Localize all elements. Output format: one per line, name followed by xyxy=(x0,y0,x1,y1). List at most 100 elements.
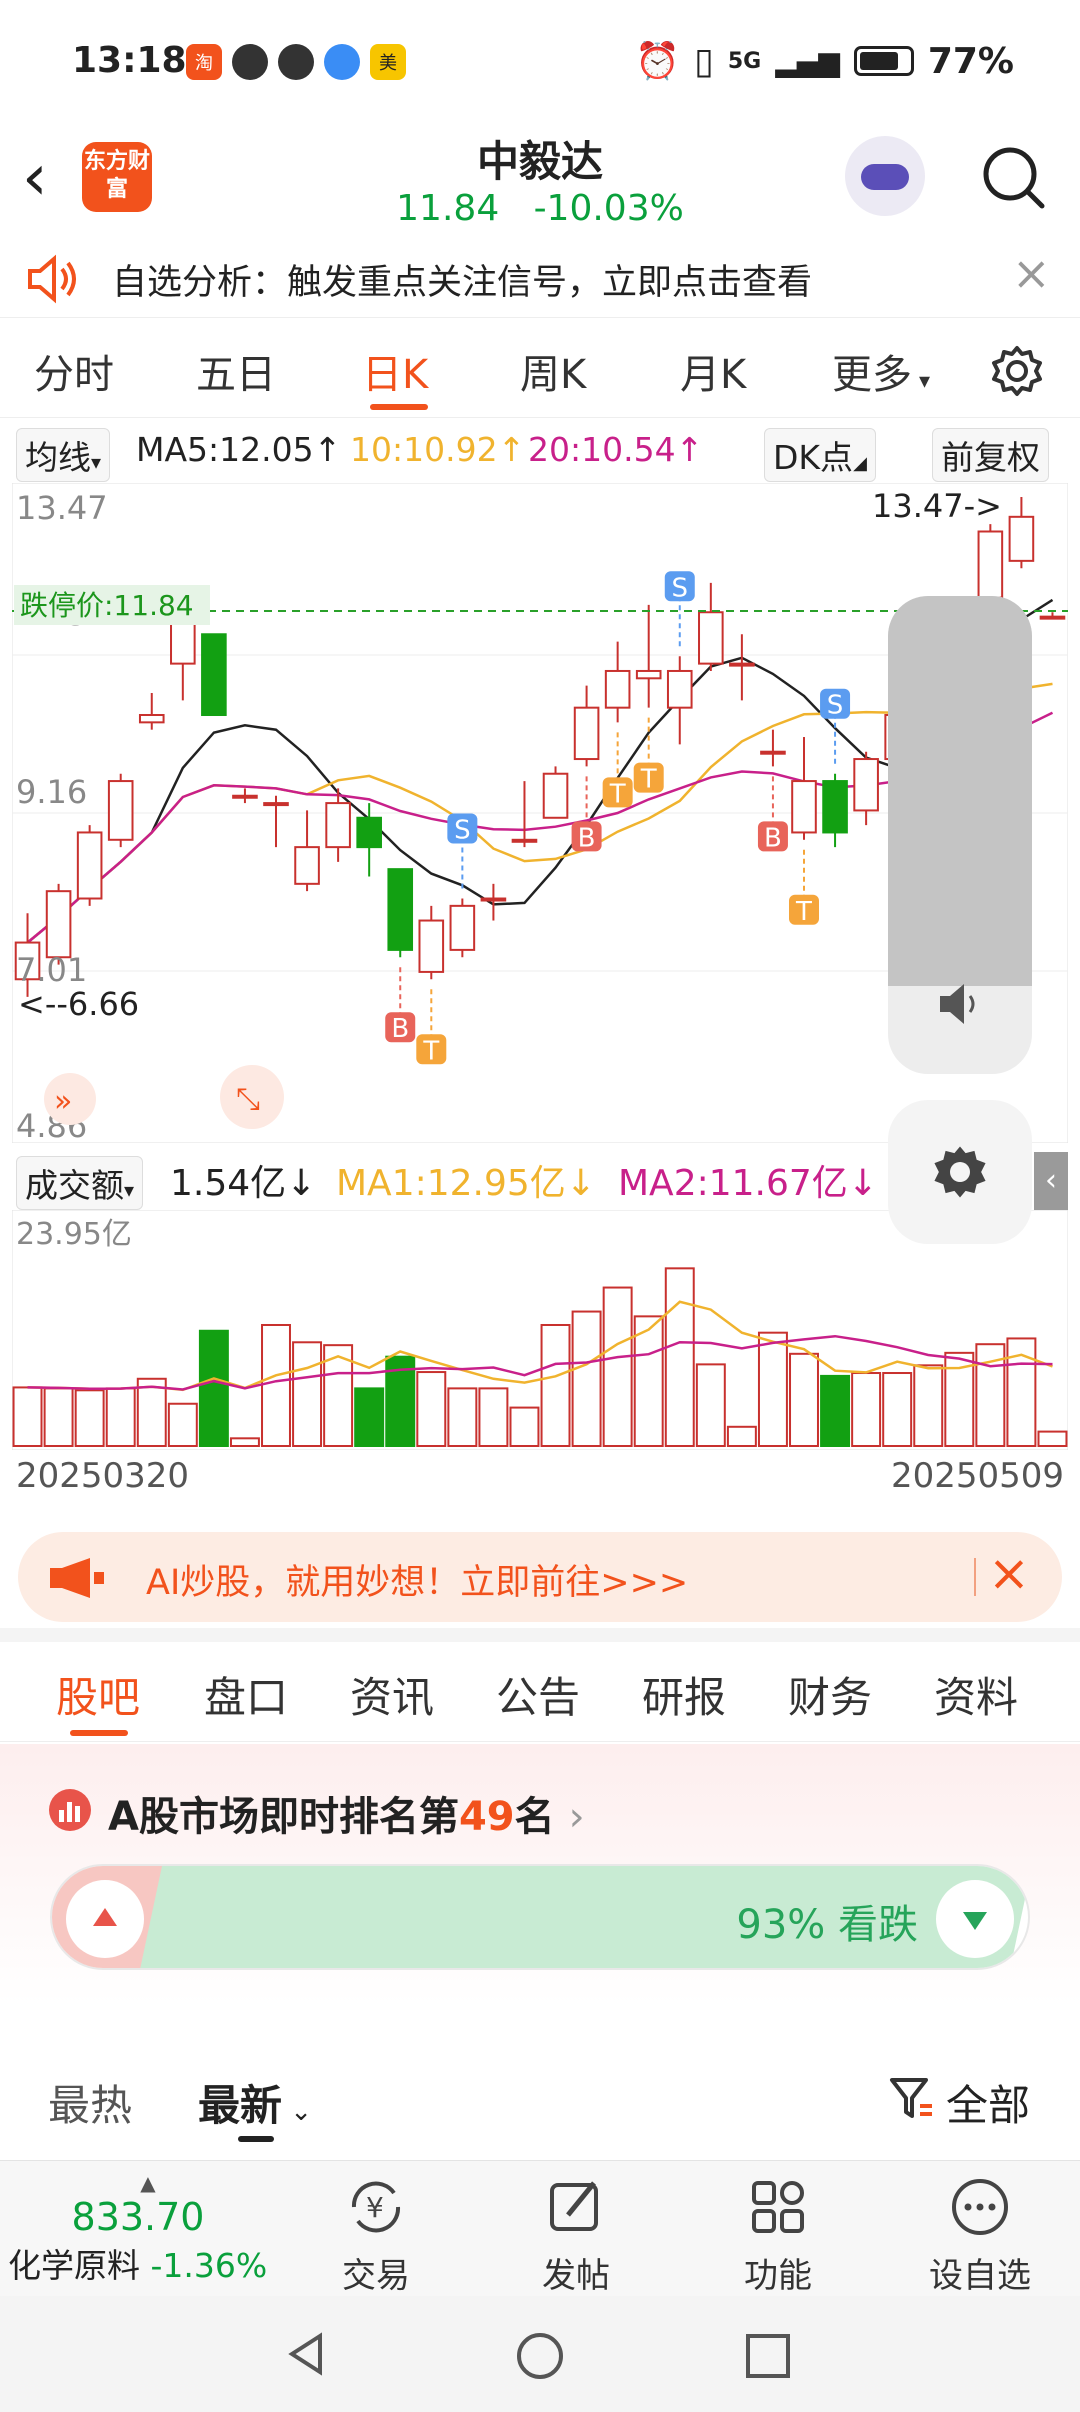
candle-body xyxy=(666,669,693,709)
sort-underline xyxy=(238,2136,274,2142)
active-tab-indicator xyxy=(370,404,428,410)
caret-down-icon: ▾ xyxy=(91,450,102,474)
ai-promo-banner[interactable]: AI炒股，就用妙想！立即前往>>> × xyxy=(18,1532,1062,1622)
candle-body xyxy=(853,758,879,812)
meituan-icon: 美 xyxy=(370,44,406,80)
notice-bar[interactable]: 自选分析：触发重点关注信号，立即点击查看 × xyxy=(0,240,1080,318)
close-icon[interactable]: × xyxy=(1012,246,1051,300)
trade-button[interactable]: ¥ 交易 xyxy=(296,2175,456,2297)
signal-label: B xyxy=(391,1014,409,1044)
tab-more[interactable]: 更多 ▾ xyxy=(832,342,930,400)
adjust-toggle[interactable]: 前复权 xyxy=(932,428,1049,482)
volume-bar xyxy=(1037,1430,1068,1447)
volume-ma2: MA2:11.67亿↓ xyxy=(618,1163,878,1204)
volume-value: 1.54亿↓ xyxy=(170,1163,317,1204)
tab-finance[interactable]: 财务 xyxy=(788,1664,872,1725)
tab-guba[interactable]: 股吧 xyxy=(56,1664,140,1725)
sort-latest[interactable]: 最新 ⌄ xyxy=(198,2072,312,2133)
candle-body xyxy=(822,780,848,834)
system-navigation xyxy=(0,2296,1080,2412)
market-rank[interactable]: A股市场即时排名第49名 › xyxy=(108,1784,585,1842)
triangle-up-icon xyxy=(93,1908,117,1926)
sort-hot[interactable]: 最热 xyxy=(48,2072,132,2133)
sector-index-value: 833.70 xyxy=(71,2195,205,2239)
bottom-toolbar: ▲ 833.70 化学原料 -1.36% ¥ 交易 发帖 功能 设自选 xyxy=(0,2160,1080,2296)
dk-point-label: DK点 xyxy=(773,438,854,477)
svg-text:¥: ¥ xyxy=(366,2191,384,2224)
vote-down-button[interactable] xyxy=(936,1880,1014,1958)
signal-label: B xyxy=(764,823,782,853)
volume-chart[interactable]: 23.95亿 xyxy=(12,1210,1068,1450)
candle-body xyxy=(604,669,631,709)
sector-index[interactable]: ▲ 833.70 化学原料 -1.36% xyxy=(8,2171,288,2287)
battery-percent: 77% xyxy=(927,40,1014,82)
gear-icon xyxy=(934,1146,986,1198)
candle-body xyxy=(729,662,755,667)
tab-intraday[interactable]: 分时 xyxy=(34,342,114,400)
speaker-icon xyxy=(28,254,76,304)
signal-label: T xyxy=(795,897,812,927)
ma5-value: MA5:12.05↑ xyxy=(136,430,342,469)
nav-back-icon[interactable] xyxy=(282,2330,330,2378)
post-button[interactable]: 发帖 xyxy=(496,2175,656,2297)
nav-home-icon[interactable] xyxy=(514,2330,566,2382)
volume-slider-track[interactable] xyxy=(888,596,1032,986)
volume-bar xyxy=(726,1425,757,1447)
vote-up-button[interactable] xyxy=(66,1880,144,1958)
volume-bar xyxy=(354,1387,385,1447)
gear-icon[interactable] xyxy=(990,344,1044,398)
caret-down-icon: ▾ xyxy=(912,369,931,394)
active-tab-indicator xyxy=(70,1730,128,1736)
tab-five-day[interactable]: 五日 xyxy=(196,342,276,400)
candle-body xyxy=(76,831,103,900)
candle-body xyxy=(1039,615,1066,620)
alarm-icon: ⏰ xyxy=(635,41,681,82)
filter-all[interactable]: 全部 xyxy=(946,2072,1030,2133)
nav-recents-icon[interactable] xyxy=(744,2332,792,2380)
candle-body xyxy=(232,794,258,799)
candle-body xyxy=(698,611,724,665)
add-watchlist-label: 设自选 xyxy=(929,2256,1031,2296)
functions-button[interactable]: 功能 xyxy=(698,2175,858,2297)
sector-name: 化学原料 xyxy=(8,2246,140,2285)
signal-label: S xyxy=(454,816,471,846)
float-settings-button[interactable] xyxy=(888,1100,1032,1244)
volume-float-panel[interactable] xyxy=(888,596,1032,1074)
collapse-arrow-icon[interactable]: ‹ xyxy=(1034,1152,1068,1210)
tab-weekly-k[interactable]: 周K xyxy=(520,342,586,400)
assistant-robot-icon[interactable] xyxy=(845,136,925,216)
volume-bar xyxy=(602,1286,633,1447)
close-icon[interactable]: × xyxy=(988,1544,1030,1602)
ma-select[interactable]: 均线▾ xyxy=(16,428,111,482)
tab-monthly-k[interactable]: 月K xyxy=(680,342,746,400)
post-label: 发帖 xyxy=(542,2256,610,2296)
double-chevron-icon: » xyxy=(54,1084,72,1119)
battery-icon xyxy=(853,46,914,76)
candle-body xyxy=(45,890,72,959)
volume-speaker-icon xyxy=(940,984,975,1024)
volume-bar xyxy=(540,1323,571,1447)
search-icon[interactable] xyxy=(980,144,1046,210)
candle-body xyxy=(480,897,507,902)
tab-announcements[interactable]: 公告 xyxy=(496,1664,580,1725)
chart-toolbar: 均线▾ MA5:12.05↑ 10:10.92↑ 20:10.54↑ DK点◢ … xyxy=(0,420,1080,482)
tab-news[interactable]: 资讯 xyxy=(350,1664,434,1725)
low-marker: <--6.66 xyxy=(18,985,139,1023)
tab-research[interactable]: 研报 xyxy=(642,1664,726,1725)
volume-bar xyxy=(105,1387,136,1447)
volume-bar xyxy=(571,1310,602,1447)
dk-point-toggle[interactable]: DK点◢ xyxy=(764,428,876,482)
price-label-3: 9.16 xyxy=(16,773,87,811)
tab-pankou[interactable]: 盘口 xyxy=(204,1664,288,1725)
volume-bar xyxy=(447,1387,478,1447)
edit-icon xyxy=(550,2181,598,2231)
volume-bar xyxy=(882,1372,913,1448)
volume-bar xyxy=(292,1341,323,1447)
volume-select[interactable]: 成交额▾ xyxy=(16,1156,144,1210)
add-watchlist-button[interactable]: 设自选 xyxy=(900,2175,1060,2297)
network-icon: 5G xyxy=(727,48,762,74)
tab-profile[interactable]: 资料 xyxy=(934,1664,1018,1725)
vibrate-icon: ▯ xyxy=(694,40,714,82)
trade-label: 交易 xyxy=(342,2256,410,2296)
tab-daily-k[interactable]: 日K xyxy=(362,342,428,400)
